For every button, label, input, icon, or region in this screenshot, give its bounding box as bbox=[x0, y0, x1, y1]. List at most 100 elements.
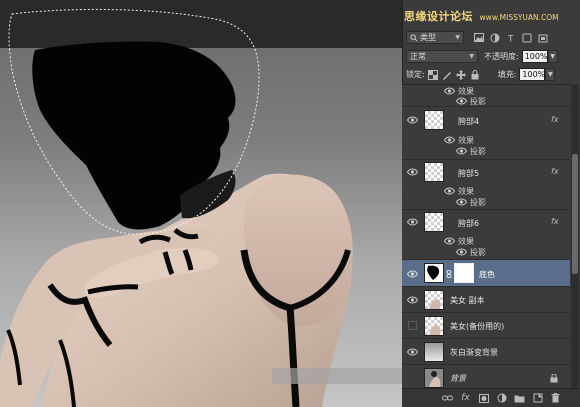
layer-name: 胯部4 bbox=[458, 117, 480, 126]
add-style-button[interactable]: fx bbox=[460, 393, 471, 404]
layer-thumbnail bbox=[424, 263, 444, 283]
blend-row: 正常 ▼ 不透明度: 100% ▼ bbox=[406, 50, 558, 63]
lock-label: 锁定: bbox=[406, 70, 425, 79]
layer-beauty-copy[interactable]: 美女 副本 bbox=[402, 287, 570, 313]
layer-name: 背景 bbox=[450, 374, 466, 383]
eye-icon[interactable] bbox=[456, 147, 467, 155]
drop-shadow-label: 投影 bbox=[470, 147, 486, 156]
eye-icon[interactable] bbox=[407, 296, 418, 304]
bottom-gray-strip bbox=[272, 368, 402, 384]
eye-icon[interactable] bbox=[407, 270, 418, 278]
drop-shadow-label: 投影 bbox=[470, 198, 486, 207]
effects-label: 效果 bbox=[458, 237, 474, 246]
filter-row: 类型 ▼ T bbox=[406, 31, 580, 44]
layer-beauty-backup[interactable]: 美女(备份用的) bbox=[402, 313, 570, 339]
visibility-toggle[interactable] bbox=[408, 321, 417, 330]
filter-kind-select[interactable]: 类型 ▼ bbox=[406, 31, 464, 44]
eye-icon[interactable] bbox=[456, 248, 467, 256]
opacity-input[interactable]: 100% bbox=[521, 50, 548, 63]
new-group-button[interactable] bbox=[514, 393, 525, 404]
fx-icon[interactable]: fx bbox=[551, 217, 559, 226]
eye-icon[interactable] bbox=[407, 116, 418, 124]
document-canvas[interactable] bbox=[0, 0, 402, 407]
adjustment-filter-icon[interactable] bbox=[490, 33, 500, 43]
layer-gradient-background[interactable]: 灰白渐变背景 bbox=[402, 339, 570, 365]
lock-position-icon[interactable] bbox=[456, 69, 467, 80]
lock-transparent-icon[interactable] bbox=[428, 69, 439, 80]
image-filter-icon[interactable] bbox=[474, 32, 484, 42]
opacity-label: 不透明度: bbox=[484, 52, 519, 61]
trash-icon bbox=[551, 393, 560, 403]
link-icon bbox=[442, 395, 453, 401]
layer-background[interactable]: 背景 bbox=[402, 365, 570, 388]
eye-icon[interactable] bbox=[444, 87, 455, 95]
text-filter-icon[interactable]: T bbox=[506, 33, 516, 43]
opacity-dropdown[interactable]: ▼ bbox=[547, 50, 558, 63]
layer-effects-group[interactable]: 效果 投影 bbox=[402, 85, 570, 107]
blend-mode-select[interactable]: 正常 ▼ bbox=[406, 50, 478, 63]
layer-hip4[interactable]: 胯部4 fx 效果 投影 bbox=[402, 107, 570, 160]
watermark: 思缘设计论坛 www.MISSYUAN.COM bbox=[404, 8, 580, 22]
layer-thumbnail bbox=[424, 316, 444, 336]
link-layers-button[interactable] bbox=[442, 393, 453, 404]
eye-icon[interactable] bbox=[444, 237, 455, 245]
fx-icon[interactable]: fx bbox=[551, 167, 559, 176]
layers-bottom-toolbar: fx bbox=[402, 388, 580, 407]
add-mask-button[interactable] bbox=[478, 393, 489, 404]
lock-row: 锁定: 填充: 100% ▼ bbox=[406, 68, 556, 81]
fx-icon: fx bbox=[461, 393, 470, 403]
delete-layer-button[interactable] bbox=[550, 393, 561, 404]
layers-scrollbar[interactable] bbox=[571, 84, 579, 388]
new-adjustment-button[interactable] bbox=[496, 393, 507, 404]
layer-name: 胯部5 bbox=[458, 169, 480, 178]
layer-name: 美女 副本 bbox=[450, 296, 485, 305]
eye-icon[interactable] bbox=[407, 218, 418, 226]
silhouette-thumbnail bbox=[427, 265, 440, 280]
mask-thumbnail[interactable] bbox=[454, 263, 474, 283]
layer-name: 灰白渐变背景 bbox=[450, 348, 498, 357]
layer-hip6[interactable]: 胯部6 fx 效果 投影 bbox=[402, 210, 570, 260]
layer-thumbnail bbox=[424, 290, 444, 310]
scrollbar-thumb[interactable] bbox=[572, 154, 578, 274]
canvas-artwork bbox=[0, 8, 402, 407]
smart-object-filter-icon[interactable] bbox=[538, 33, 548, 43]
eye-icon[interactable] bbox=[456, 97, 467, 105]
fill-input[interactable]: 100% bbox=[519, 68, 546, 81]
lock-pixels-icon[interactable] bbox=[442, 69, 453, 80]
layer-thumbnail bbox=[424, 212, 444, 232]
search-icon bbox=[410, 34, 418, 41]
layer-name: 美女(备份用的) bbox=[450, 322, 505, 331]
layer-thumbnail bbox=[424, 110, 444, 130]
filter-kind-label: 类型 bbox=[420, 33, 436, 42]
folder-icon bbox=[514, 395, 525, 402]
figure-thumbnail bbox=[429, 325, 441, 335]
eye-icon[interactable] bbox=[407, 168, 418, 176]
eye-icon[interactable] bbox=[456, 198, 467, 206]
layer-base-color[interactable]: 底色 bbox=[402, 260, 570, 287]
eye-icon[interactable] bbox=[444, 187, 455, 195]
chevron-down-icon: ▼ bbox=[469, 53, 474, 60]
eye-icon[interactable] bbox=[444, 136, 455, 144]
layer-hip5[interactable]: 胯部5 fx 效果 投影 bbox=[402, 160, 570, 210]
new-layer-icon bbox=[533, 393, 542, 403]
layer-name: 胯部6 bbox=[458, 219, 480, 228]
fill-dropdown[interactable]: ▼ bbox=[545, 68, 556, 81]
lock-icon bbox=[550, 374, 558, 383]
chevron-down-icon: ▼ bbox=[550, 53, 556, 60]
layers-list: 效果 投影 胯部4 fx 效果 投影 胯部5 fx 效果 投影 胯部6 fx 效… bbox=[402, 84, 570, 388]
lock-all-icon[interactable] bbox=[470, 69, 481, 80]
eye-icon[interactable] bbox=[407, 348, 418, 356]
new-layer-button[interactable] bbox=[532, 393, 543, 404]
layer-thumbnail bbox=[424, 162, 444, 182]
adjustment-icon bbox=[497, 393, 506, 403]
blend-mode-value: 正常 bbox=[410, 52, 426, 61]
fx-icon[interactable]: fx bbox=[551, 115, 559, 124]
fill-label: 填充: bbox=[497, 70, 517, 79]
watermark-url: www.MISSYUAN.COM bbox=[479, 13, 559, 22]
layer-thumbnail bbox=[424, 342, 444, 362]
watermark-site: 思缘设计论坛 bbox=[404, 10, 473, 22]
link-icon[interactable] bbox=[446, 270, 452, 278]
shape-filter-icon[interactable] bbox=[522, 33, 532, 43]
figure-thumbnail bbox=[429, 299, 441, 309]
effects-label: 效果 bbox=[458, 187, 474, 196]
